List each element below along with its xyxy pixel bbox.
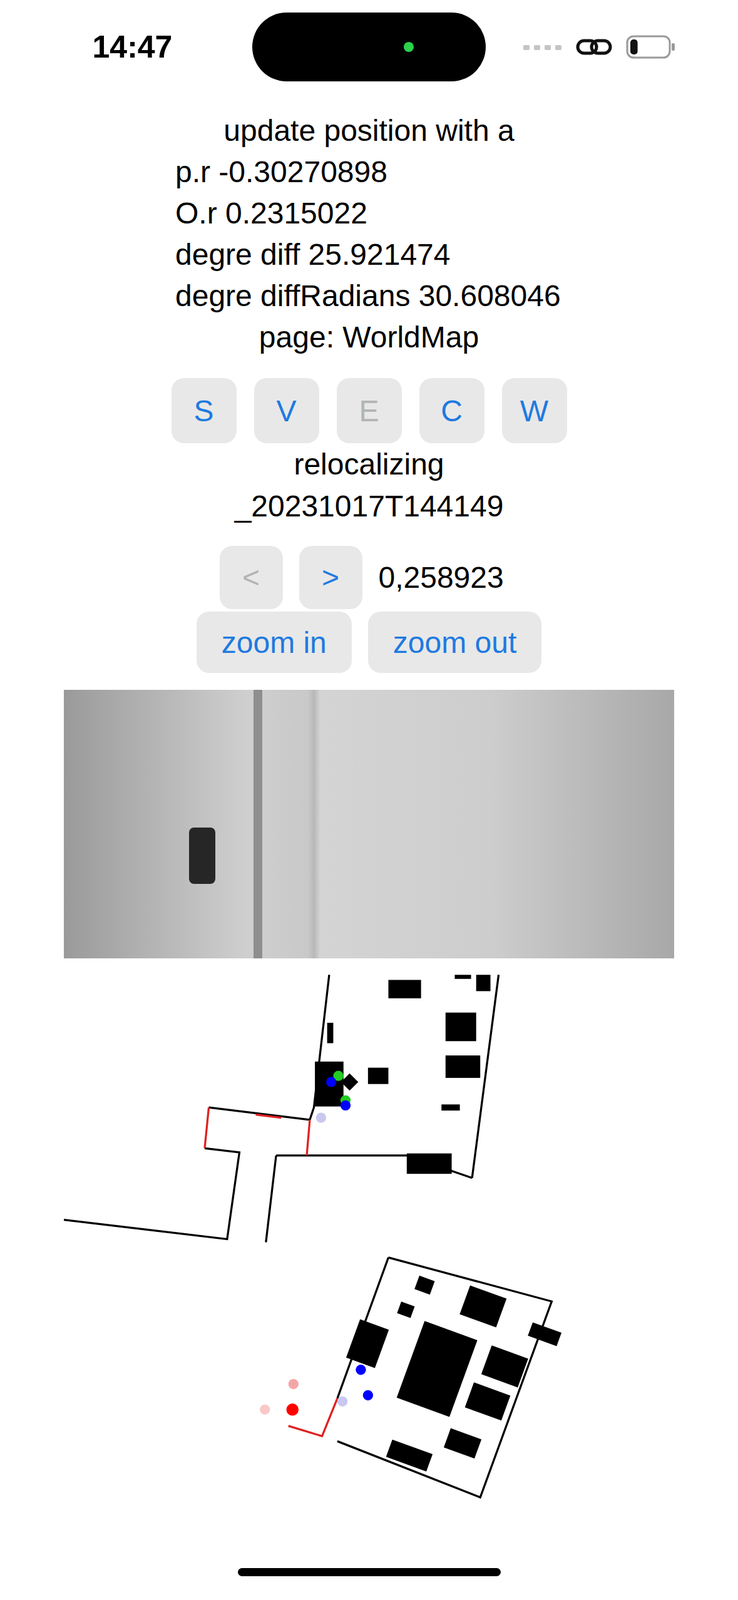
nav-value: 0,258923 xyxy=(378,560,519,595)
status-text: relocalizing xyxy=(293,443,444,486)
status-icons xyxy=(485,34,738,60)
mode-button[interactable]: V xyxy=(254,378,320,444)
map-marker xyxy=(340,1100,351,1111)
camera-indicator-icon xyxy=(403,41,414,52)
mode-buttons: SVECW xyxy=(171,378,568,444)
battery-icon xyxy=(625,34,677,60)
map-marker xyxy=(337,1396,348,1407)
map-marker xyxy=(259,1404,270,1415)
nav-row: <> 0,258923 xyxy=(219,545,519,610)
zoom-button[interactable]: zoom out xyxy=(368,611,542,673)
map-marker xyxy=(326,1076,337,1087)
mode-button[interactable]: S xyxy=(171,378,237,444)
link-icon xyxy=(575,34,613,60)
nav-button[interactable]: < xyxy=(219,545,283,610)
camera-view xyxy=(63,689,675,959)
signal-icon xyxy=(523,42,563,52)
status-bar: 14:47 xyxy=(0,0,738,94)
map-marker xyxy=(286,1403,299,1416)
map-marker xyxy=(288,1378,299,1389)
page-label: page: WorldMap xyxy=(0,316,738,359)
nav-button[interactable]: > xyxy=(299,545,363,610)
map-marker xyxy=(316,1112,327,1123)
zoom-button[interactable]: zoom in xyxy=(196,611,352,673)
debug-info: update position with a p.r -0.30270898O.… xyxy=(0,93,738,359)
debug-line: degre diffRadians 30.608046 xyxy=(175,275,738,317)
mode-button[interactable]: E xyxy=(336,378,402,444)
door-frame xyxy=(253,689,263,959)
zoom-row: zoom in zoom out xyxy=(196,611,543,673)
map-marker xyxy=(355,1364,366,1375)
home-indicator xyxy=(237,1568,501,1577)
debug-lines: p.r -0.30270898O.r 0.2315022degre diff 2… xyxy=(0,151,738,317)
dynamic-island xyxy=(252,12,486,82)
screen: 14:47 update position with a p.r -0.3027… xyxy=(0,0,738,1600)
mode-button[interactable]: W xyxy=(502,378,568,444)
debug-line: p.r -0.30270898 xyxy=(175,151,738,193)
map-marker xyxy=(363,1390,374,1401)
mode-button[interactable]: C xyxy=(419,378,485,444)
title: update position with a xyxy=(0,110,738,152)
world-map[interactable] xyxy=(63,958,675,1523)
session-name: _20231017T144149 xyxy=(234,485,504,528)
card-reader xyxy=(189,827,216,884)
clock: 14:47 xyxy=(0,28,253,66)
debug-line: degre diff 25.921474 xyxy=(175,234,738,276)
debug-line: O.r 0.2315022 xyxy=(175,192,738,235)
